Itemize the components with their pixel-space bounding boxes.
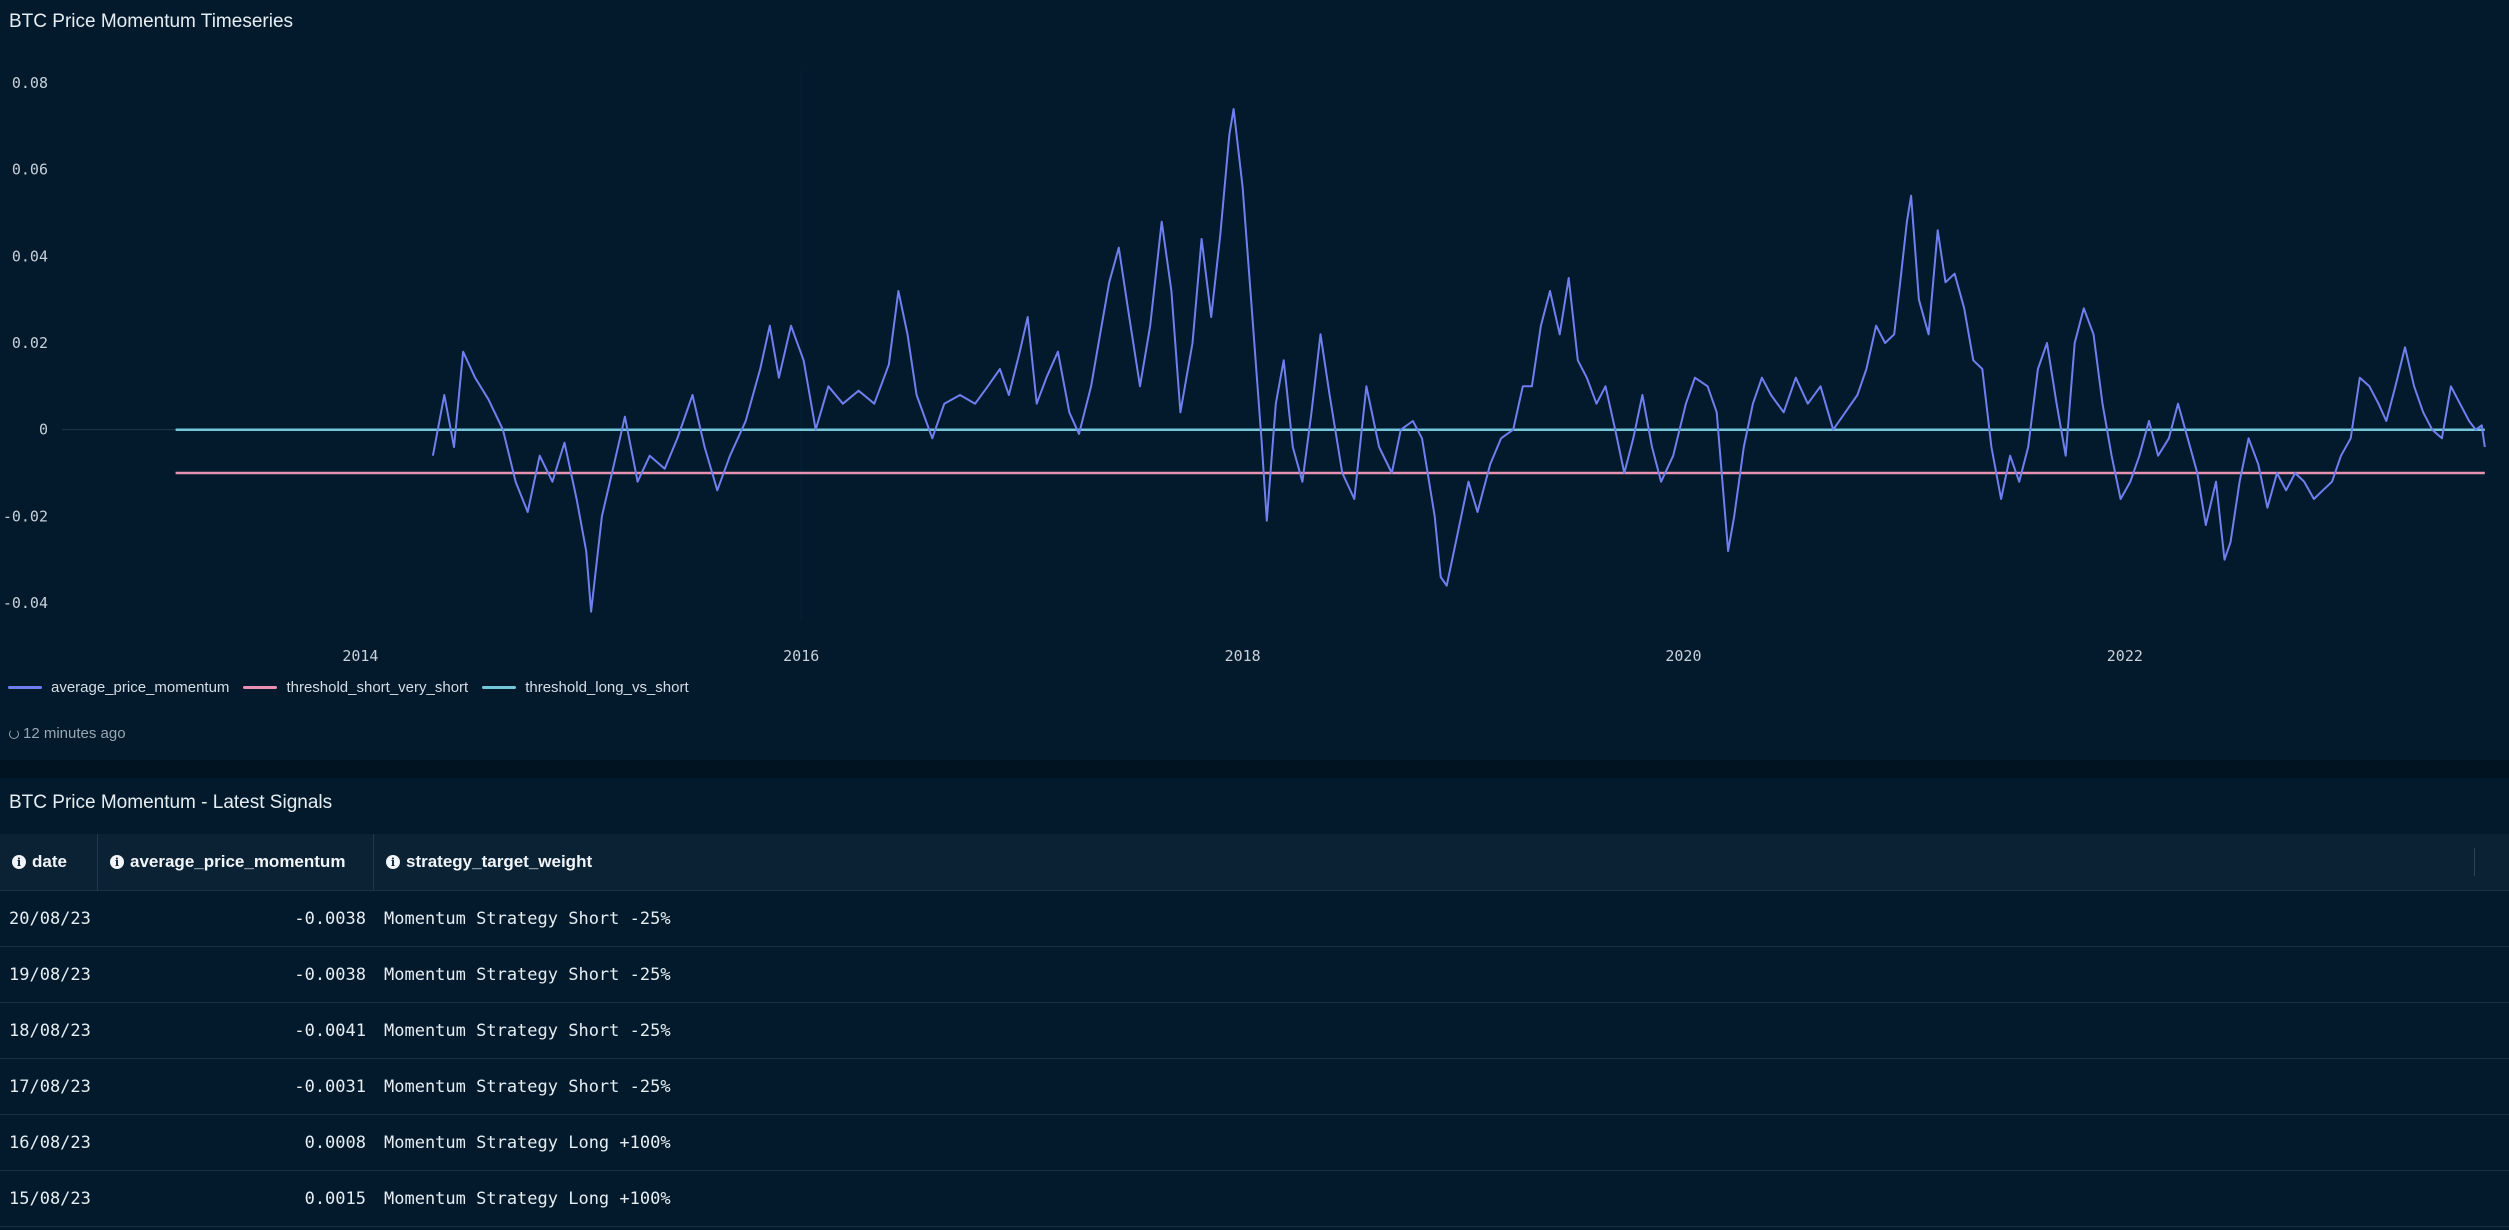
- last-updated: 12 minutes ago: [9, 725, 126, 742]
- table-row[interactable]: 15/08/23 0.0015 Momentum Strategy Long +…: [0, 1171, 2509, 1227]
- table-row[interactable]: 18/08/23 -0.0041 Momentum Strategy Short…: [0, 1003, 2509, 1059]
- cell-date: 19/08/23: [9, 964, 91, 985]
- cell-date: 15/08/23: [9, 1188, 91, 1209]
- column-label: average_price_momentum: [130, 852, 346, 871]
- legend-label: threshold_short_very_short: [286, 679, 469, 696]
- column-header-average-price-momentum[interactable]: i average_price_momentum: [98, 834, 374, 890]
- cell-strategy-target-weight: Momentum Strategy Long +100%: [384, 1188, 671, 1209]
- table-row[interactable]: 19/08/23 -0.0038 Momentum Strategy Short…: [0, 947, 2509, 1003]
- panel-divider: [0, 760, 2509, 778]
- column-label: strategy_target_weight: [406, 852, 593, 871]
- cell-strategy-target-weight: Momentum Strategy Short -25%: [384, 908, 671, 929]
- x-tick-label: 2020: [1665, 647, 1701, 665]
- chart-legend: average_price_momentum threshold_short_v…: [8, 679, 689, 696]
- info-icon[interactable]: i: [386, 855, 400, 869]
- cell-strategy-target-weight: Momentum Strategy Long +100%: [384, 1132, 671, 1153]
- table-row[interactable]: 17/08/23 -0.0031 Momentum Strategy Short…: [0, 1059, 2509, 1115]
- last-updated-text: 12 minutes ago: [23, 725, 126, 742]
- cell-average-price-momentum: 0.0015: [304, 1188, 366, 1209]
- x-tick-label: 2022: [2107, 647, 2143, 665]
- table-row[interactable]: 16/08/23 0.0008 Momentum Strategy Long +…: [0, 1115, 2509, 1171]
- y-tick-label: -0.04: [3, 594, 48, 612]
- y-tick-label: 0.04: [12, 247, 48, 265]
- y-tick-label: 0: [39, 421, 48, 439]
- legend-swatch: [8, 686, 42, 689]
- table-row[interactable]: 20/08/23 -0.0038 Momentum Strategy Short…: [0, 891, 2509, 947]
- cell-average-price-momentum: -0.0031: [294, 1076, 366, 1097]
- legend-label: threshold_long_vs_short: [525, 679, 689, 696]
- info-icon[interactable]: i: [110, 855, 124, 869]
- column-header-date[interactable]: i date: [0, 834, 98, 890]
- table-header: i date i average_price_momentum i strate…: [0, 834, 2509, 891]
- cell-strategy-target-weight: Momentum Strategy Short -25%: [384, 964, 671, 985]
- cell-average-price-momentum: -0.0038: [294, 964, 366, 985]
- refresh-icon: [9, 728, 19, 739]
- legend-label: average_price_momentum: [51, 679, 230, 696]
- table-panel: BTC Price Momentum - Latest Signals i da…: [0, 778, 2509, 1230]
- legend-item-average-price-momentum[interactable]: average_price_momentum: [8, 679, 229, 696]
- column-header-strategy-target-weight[interactable]: i strategy_target_weight: [374, 834, 2509, 890]
- legend-item-threshold-short-very-short[interactable]: threshold_short_very_short: [243, 679, 468, 696]
- cell-average-price-momentum: -0.0041: [294, 1020, 366, 1041]
- cell-strategy-target-weight: Momentum Strategy Short -25%: [384, 1076, 671, 1097]
- cell-date: 20/08/23: [9, 908, 91, 929]
- cell-average-price-momentum: -0.0038: [294, 908, 366, 929]
- y-tick-label: 0.02: [12, 334, 48, 352]
- momentum-chart: 0.08 0.06 0.04 0.02 0 -0.02 -0.04 2014 2016 2018 2…: [3, 70, 2486, 665]
- column-resize-handle[interactable]: [2474, 848, 2475, 876]
- cell-date: 16/08/23: [9, 1132, 91, 1153]
- legend-swatch: [482, 686, 517, 689]
- y-tick-label: 0.06: [12, 161, 48, 179]
- x-tick-label: 2018: [1225, 647, 1261, 665]
- cell-average-price-momentum: 0.0008: [304, 1132, 366, 1153]
- cell-strategy-target-weight: Momentum Strategy Short -25%: [384, 1020, 671, 1041]
- cell-date: 18/08/23: [9, 1020, 91, 1041]
- chart-panel: BTC Price Momentum Timeseries 0.08 0.06 0.…: [0, 0, 2509, 760]
- y-tick-label: 0.08: [12, 74, 48, 92]
- x-tick-label: 2014: [342, 647, 378, 665]
- series-average-price-momentum: [431, 108, 2486, 613]
- legend-swatch: [243, 686, 278, 689]
- table-title: BTC Price Momentum - Latest Signals: [9, 792, 333, 813]
- cell-date: 17/08/23: [9, 1076, 91, 1097]
- table-body: 20/08/23 -0.0038 Momentum Strategy Short…: [0, 891, 2509, 1227]
- column-label: date: [32, 852, 67, 871]
- info-icon[interactable]: i: [12, 855, 26, 869]
- x-tick-label: 2016: [783, 647, 819, 665]
- y-tick-label: -0.02: [3, 507, 48, 525]
- legend-item-threshold-long-vs-short[interactable]: threshold_long_vs_short: [482, 679, 689, 696]
